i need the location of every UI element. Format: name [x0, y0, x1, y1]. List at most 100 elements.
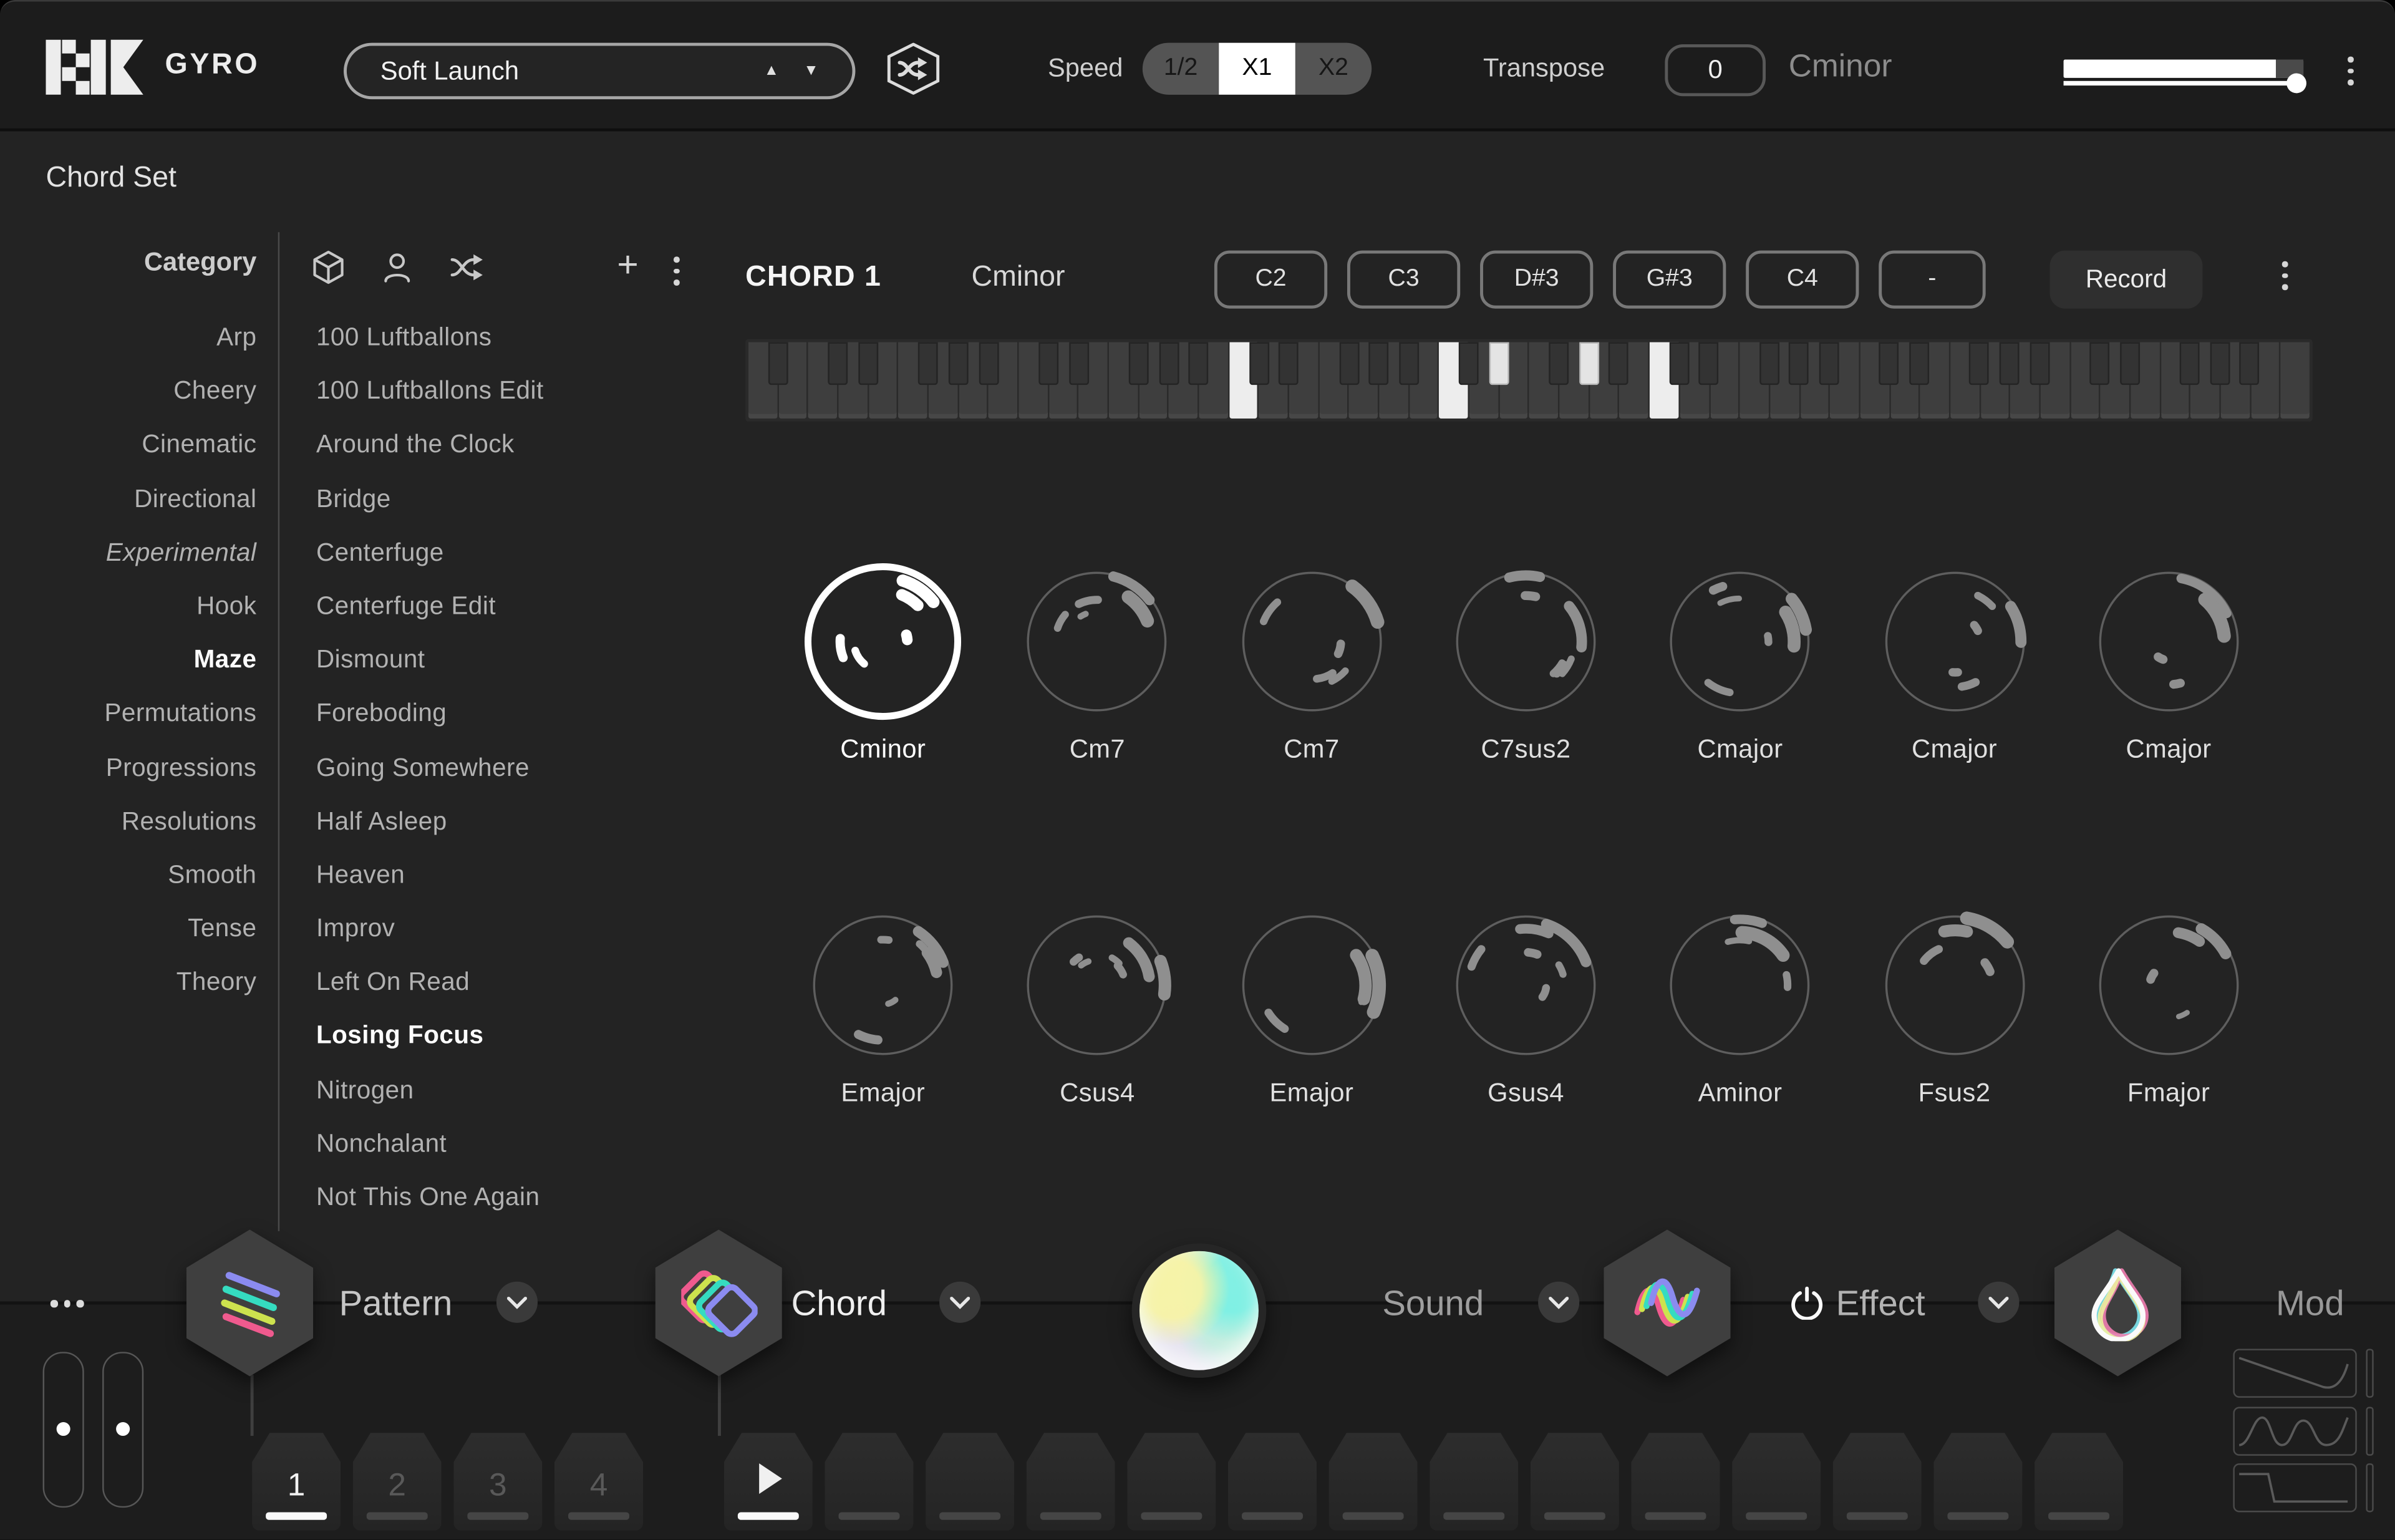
piano-black-key[interactable] — [1970, 342, 1990, 385]
play-pad[interactable] — [724, 1433, 813, 1531]
factory-presets-icon[interactable] — [310, 249, 347, 286]
piano-black-key[interactable] — [1038, 342, 1058, 385]
chord-knob[interactable]: Cmajor — [1847, 559, 2062, 765]
chord-set-item[interactable]: Not This One Again — [316, 1171, 728, 1225]
chord-knob[interactable]: Emajor — [1204, 903, 1419, 1109]
piano-black-key[interactable] — [2240, 342, 2260, 385]
mod-display-1[interactable] — [2233, 1349, 2356, 1397]
chord-knob[interactable]: C7sus2 — [1419, 559, 1633, 765]
chord-set-item[interactable]: Foreboding — [316, 688, 728, 742]
pattern-pad-2[interactable]: 2 — [353, 1433, 442, 1531]
category-item[interactable]: Tense — [0, 903, 256, 957]
piano-black-key[interactable] — [1279, 342, 1299, 385]
chord-set-item[interactable]: Centerfuge Edit — [316, 580, 728, 634]
piano-black-key[interactable] — [2179, 342, 2199, 385]
pattern-pad-1[interactable]: 1 — [252, 1433, 341, 1531]
blank-pad[interactable] — [1329, 1433, 1418, 1531]
note-button-C3[interactable]: C3 — [1347, 251, 1460, 309]
piano-black-key[interactable] — [1789, 342, 1809, 385]
sound-chevron-down-icon[interactable] — [1538, 1282, 1579, 1323]
piano-black-key[interactable] — [2210, 342, 2230, 385]
blank-pad[interactable] — [1228, 1433, 1317, 1531]
piano-black-key[interactable] — [1759, 342, 1779, 385]
chord-set-item[interactable]: Left On Read — [316, 957, 728, 1010]
piano-black-key[interactable] — [828, 342, 848, 385]
category-item[interactable]: Maze — [0, 634, 256, 688]
piano-black-key[interactable] — [768, 342, 788, 385]
mod-strip-3[interactable] — [2366, 1463, 2373, 1512]
note-button-C2[interactable]: C2 — [1214, 251, 1327, 309]
user-presets-icon[interactable] — [379, 249, 415, 286]
blank-pad[interactable] — [2035, 1433, 2123, 1531]
category-item[interactable]: Hook — [0, 580, 256, 634]
bottom-menu-icon[interactable] — [51, 1300, 84, 1307]
speed-option-X2[interactable]: X2 — [1295, 43, 1372, 95]
chord-knob[interactable]: Gsus4 — [1419, 903, 1633, 1109]
piano-black-key[interactable] — [1069, 342, 1089, 385]
blank-pad[interactable] — [825, 1433, 913, 1531]
piano-black-key[interactable] — [1399, 342, 1419, 385]
note-button-empty[interactable]: - — [1879, 251, 1985, 309]
mod-strip-2[interactable] — [2366, 1407, 2373, 1456]
piano-black-key[interactable] — [1459, 342, 1479, 385]
note-button-Gs3[interactable]: G#3 — [1613, 251, 1726, 309]
blank-pad[interactable] — [1531, 1433, 1619, 1531]
piano-black-key[interactable] — [1129, 342, 1149, 385]
piano-black-key[interactable] — [1609, 342, 1629, 385]
macro-globe-control[interactable] — [1132, 1243, 1267, 1378]
preset-up-arrow-icon[interactable]: ▲ — [764, 46, 779, 96]
pattern-pad-4[interactable]: 4 — [554, 1433, 643, 1531]
chord-set-item[interactable]: Dismount — [316, 634, 728, 688]
chord-set-item[interactable]: Around the Clock — [316, 419, 728, 473]
chord-knob[interactable]: Fsus2 — [1847, 903, 2062, 1109]
chord-set-item[interactable]: Centerfuge — [316, 526, 728, 580]
preset-down-arrow-icon[interactable]: ▼ — [803, 46, 818, 96]
piano-black-key[interactable] — [1879, 342, 1899, 385]
mod-wheel[interactable] — [102, 1352, 143, 1508]
category-item[interactable]: Cinematic — [0, 419, 256, 473]
chord-panel-menu-icon[interactable] — [2282, 261, 2288, 290]
piano-black-key[interactable] — [979, 342, 999, 385]
effect-chevron-down-icon[interactable] — [1978, 1282, 2019, 1323]
preset-selector[interactable]: Soft Launch ▲ ▼ — [344, 43, 855, 100]
piano-black-key[interactable] — [2030, 342, 2049, 385]
piano-black-key[interactable] — [1699, 342, 1719, 385]
chord-set-item[interactable]: Going Somewhere — [316, 742, 728, 795]
browser-menu-icon[interactable] — [674, 256, 679, 285]
category-item[interactable]: Progressions — [0, 742, 256, 795]
volume-knob[interactable] — [2286, 74, 2306, 94]
note-button-C4[interactable]: C4 — [1746, 251, 1859, 309]
category-item[interactable]: Theory — [0, 957, 256, 1010]
category-item[interactable]: Resolutions — [0, 795, 256, 849]
chord-chevron-down-icon[interactable] — [939, 1282, 980, 1323]
piano-black-key[interactable] — [1909, 342, 1929, 385]
record-button[interactable]: Record — [2050, 251, 2203, 309]
piano-black-key[interactable] — [1579, 342, 1599, 385]
category-item[interactable]: Permutations — [0, 688, 256, 742]
piano-black-key[interactable] — [1669, 342, 1689, 385]
piano-white-key[interactable] — [2281, 342, 2310, 419]
chord-knob[interactable]: Aminor — [1633, 903, 1847, 1109]
piano-black-key[interactable] — [919, 342, 939, 385]
effect-power-icon[interactable] — [1790, 1286, 1824, 1320]
pattern-chevron-down-icon[interactable] — [496, 1282, 538, 1323]
category-item[interactable]: Cheery — [0, 366, 256, 419]
piano-black-key[interactable] — [2000, 342, 2020, 385]
piano-black-key[interactable] — [1189, 342, 1209, 385]
chord-knob[interactable]: Cm7 — [1204, 559, 1419, 765]
note-button-Ds3[interactable]: D#3 — [1480, 251, 1593, 309]
piano-black-key[interactable] — [1819, 342, 1839, 385]
piano-black-key[interactable] — [1159, 342, 1179, 385]
mod-display-3[interactable] — [2233, 1463, 2356, 1512]
piano-black-key[interactable] — [1489, 342, 1509, 385]
blank-pad[interactable] — [1027, 1433, 1115, 1531]
blank-pad[interactable] — [1127, 1433, 1216, 1531]
chord-set-item[interactable]: Half Asleep — [316, 795, 728, 849]
chord-set-item[interactable]: Improv — [316, 903, 728, 957]
chord-set-item[interactable]: 100 Luftballons Edit — [316, 366, 728, 419]
piano-black-key[interactable] — [949, 342, 969, 385]
piano-black-key[interactable] — [1249, 342, 1269, 385]
category-item[interactable]: Smooth — [0, 849, 256, 903]
category-item[interactable]: Directional — [0, 473, 256, 526]
speed-option-X1[interactable]: X1 — [1219, 43, 1295, 95]
